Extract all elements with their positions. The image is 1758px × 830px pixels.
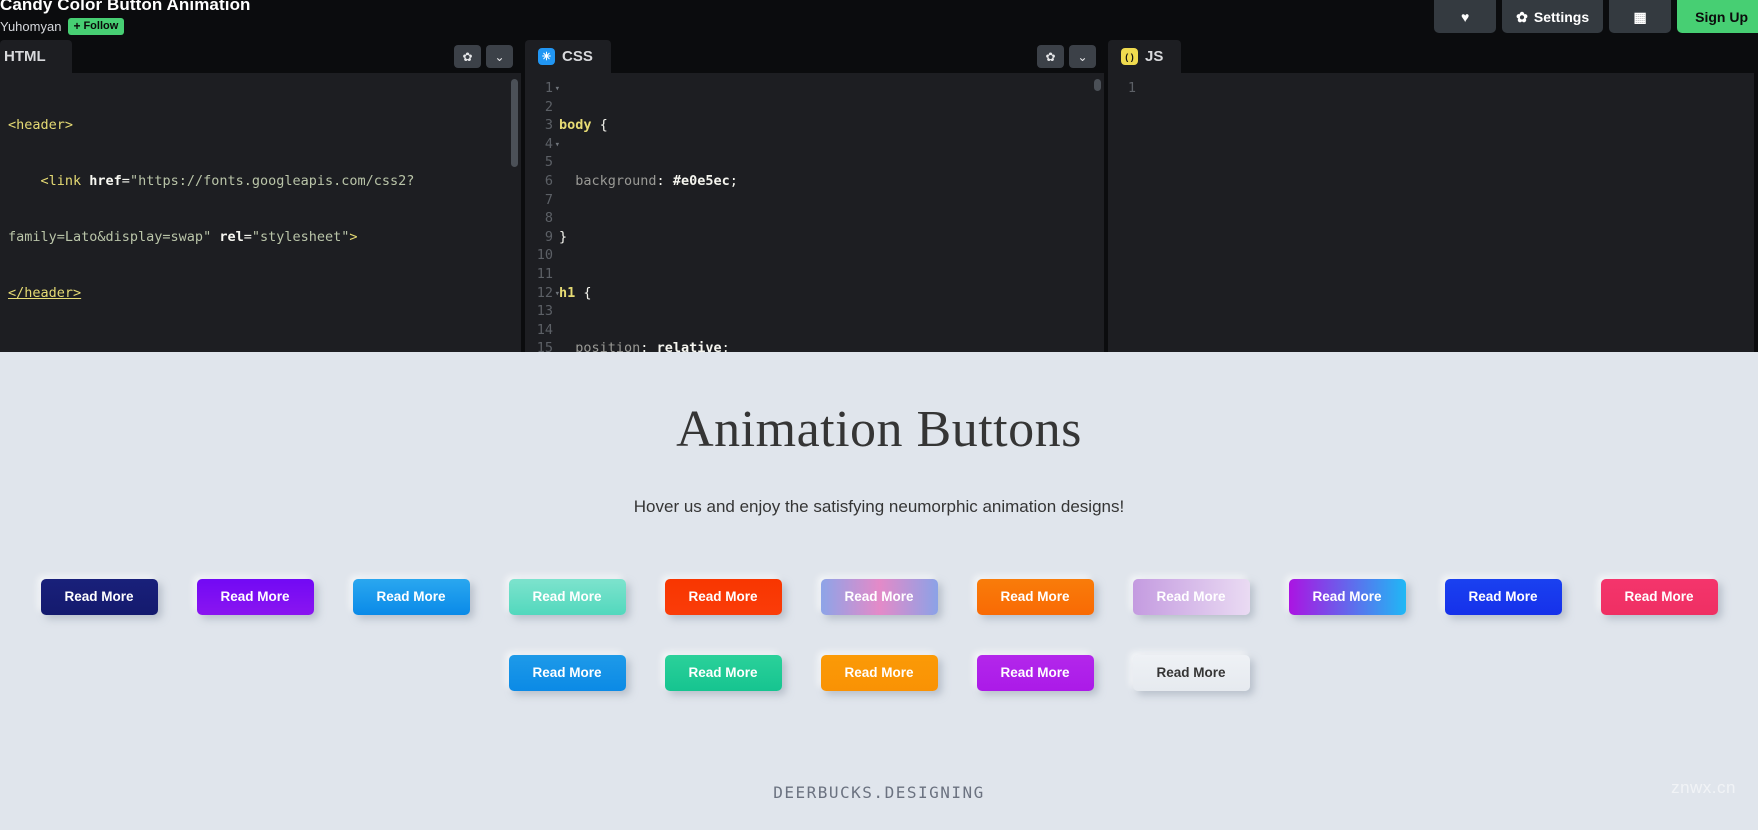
plus-icon: + bbox=[73, 19, 81, 33]
read-more-btn-7[interactable]: Read More bbox=[976, 579, 1094, 615]
button-cell: Read More bbox=[1269, 559, 1425, 635]
read-more-btn-3[interactable]: Read More bbox=[352, 579, 470, 615]
follow-label: Follow bbox=[83, 20, 119, 32]
js-pane: ( ) JS 1 bbox=[1108, 40, 1754, 352]
js-badge-icon: ( ) bbox=[1121, 48, 1138, 65]
read-more-btn-1[interactable]: Read More bbox=[40, 579, 158, 615]
read-more-btn-11[interactable]: Read More bbox=[1600, 579, 1718, 615]
js-pane-header: ( ) JS bbox=[1108, 40, 1754, 73]
read-more-btn-10[interactable]: Read More bbox=[1444, 579, 1562, 615]
css-code-area[interactable]: 1 ▾ 2 3 4 ▾ 5 6 7 8 9 10 11 12 ▾ 13 14 15 body { backg… bbox=[525, 73, 1104, 352]
css-settings-icon[interactable]: ✿ bbox=[1037, 45, 1064, 68]
favorite-button[interactable]: ♥ bbox=[1434, 0, 1497, 33]
tab-js[interactable]: ( ) JS bbox=[1108, 40, 1182, 73]
read-more-btn-15[interactable]: Read More bbox=[976, 655, 1094, 691]
heart-icon: ♥ bbox=[1460, 8, 1470, 25]
button-cell: Read More bbox=[177, 559, 333, 635]
html-chevron-down-icon[interactable]: ⌄ bbox=[486, 45, 513, 68]
top-bar: Candy Color Button Animation Yuhomyan + … bbox=[0, 0, 1758, 40]
sign-up-button[interactable]: Sign Up bbox=[1677, 0, 1758, 33]
top-bar-actions: ♥ ✿ Settings ▦ Sign Up bbox=[1434, 0, 1758, 40]
read-more-btn-12[interactable]: Read More bbox=[508, 655, 626, 691]
html-code-area[interactable]: <header> <link href="https://fonts.googl… bbox=[0, 73, 521, 352]
button-cell: Read More bbox=[801, 559, 957, 635]
button-cell: Read More bbox=[801, 635, 957, 711]
html-pane-header: HTML ✿ ⌄ bbox=[0, 40, 521, 73]
button-cell: Read More bbox=[957, 635, 1113, 711]
button-cell: Read More bbox=[21, 559, 177, 635]
css-tab-label: CSS bbox=[562, 48, 593, 65]
css-pane-header: ✳ CSS ✿ ⌄ bbox=[525, 40, 1104, 73]
button-cell: Read More bbox=[645, 559, 801, 635]
button-cell: Read More bbox=[645, 635, 801, 711]
settings-button[interactable]: ✿ Settings bbox=[1502, 0, 1604, 33]
read-more-btn-14[interactable]: Read More bbox=[820, 655, 938, 691]
pen-author-row: Yuhomyan + Follow bbox=[0, 18, 251, 35]
css-badge-icon: ✳ bbox=[538, 48, 555, 65]
gear-icon: ✿ bbox=[1516, 8, 1528, 25]
css-pane: ✳ CSS ✿ ⌄ 1 ▾ 2 3 4 ▾ 5 6 7 8 9 10 11 12 ▾ 13 14 15 bo… bbox=[525, 40, 1108, 352]
js-gutter: 1 bbox=[1127, 80, 1136, 96]
html-pane-actions: ✿ ⌄ bbox=[454, 45, 513, 68]
read-more-btn-8[interactable]: Read More bbox=[1132, 579, 1250, 615]
preview-pane: Animation Buttons Hover us and enjoy the… bbox=[0, 352, 1758, 830]
html-scrollbar[interactable] bbox=[511, 79, 518, 167]
css-scrollbar[interactable] bbox=[1094, 79, 1101, 91]
tab-html[interactable]: HTML bbox=[0, 40, 72, 73]
css-pane-actions: ✿ ⌄ bbox=[1037, 45, 1096, 68]
button-cell: Read More bbox=[489, 635, 645, 711]
html-settings-icon[interactable]: ✿ bbox=[454, 45, 481, 68]
css-chevron-down-icon[interactable]: ⌄ bbox=[1069, 45, 1096, 68]
pen-author: Yuhomyan bbox=[0, 19, 62, 34]
layout-button[interactable]: ▦ bbox=[1609, 0, 1672, 33]
read-more-btn-6[interactable]: Read More bbox=[820, 579, 938, 615]
html-code-lines: <header> <link href="https://fonts.googl… bbox=[8, 117, 415, 301]
js-code-area[interactable]: 1 bbox=[1108, 73, 1754, 352]
button-cell: Read More bbox=[1113, 635, 1269, 711]
preview-paragraph: Hover us and enjoy the satisfying neumor… bbox=[633, 497, 1125, 516]
sign-up-label: Sign Up bbox=[1695, 8, 1748, 25]
follow-button[interactable]: + Follow bbox=[68, 18, 125, 35]
js-tab-label: JS bbox=[1145, 48, 1164, 65]
watermark: znwx.cn bbox=[1671, 778, 1736, 797]
css-code-lines: body { background: #e0e5ec; } h1 { posit… bbox=[559, 117, 738, 352]
js-code-lines bbox=[1142, 79, 1754, 98]
read-more-btn-4[interactable]: Read More bbox=[508, 579, 626, 615]
html-pane: HTML ✿ ⌄ <header> <link href="https://fo… bbox=[0, 40, 525, 352]
settings-label: Settings bbox=[1533, 8, 1590, 25]
layout-icon: ▦ bbox=[1633, 8, 1647, 25]
button-grid: Read More Read More Read More Read More Read… bbox=[0, 559, 1758, 711]
button-cell: Read More bbox=[333, 559, 489, 635]
button-cell: Read More bbox=[1425, 559, 1581, 635]
editor-row: HTML ✿ ⌄ <header> <link href="https://fo… bbox=[0, 40, 1758, 352]
read-more-btn-9[interactable]: Read More bbox=[1288, 579, 1406, 615]
footer-brand: DEERBUCKS.DESIGNING bbox=[773, 783, 985, 802]
button-cell: Read More bbox=[1113, 559, 1269, 635]
css-gutter: 1 ▾ 2 3 4 ▾ 5 6 7 8 9 10 11 12 ▾ 13 14 15 bbox=[536, 80, 560, 352]
button-cell: Read More bbox=[1581, 559, 1737, 635]
tab-css[interactable]: ✳ CSS bbox=[525, 40, 611, 73]
read-more-btn-13[interactable]: Read More bbox=[664, 655, 782, 691]
pen-meta: Candy Color Button Animation Yuhomyan + … bbox=[0, 0, 251, 35]
read-more-btn-5[interactable]: Read More bbox=[664, 579, 782, 615]
html-gutter bbox=[0, 79, 8, 352]
read-more-btn-16[interactable]: Read More bbox=[1132, 655, 1250, 691]
button-cell: Read More bbox=[957, 559, 1113, 635]
button-cell: Read More bbox=[489, 559, 645, 635]
html-tab-label: HTML bbox=[4, 48, 46, 65]
pen-title: Candy Color Button Animation bbox=[0, 0, 251, 14]
read-more-btn-2[interactable]: Read More bbox=[196, 579, 314, 615]
preview-heading: Animation Buttons bbox=[676, 401, 1082, 458]
